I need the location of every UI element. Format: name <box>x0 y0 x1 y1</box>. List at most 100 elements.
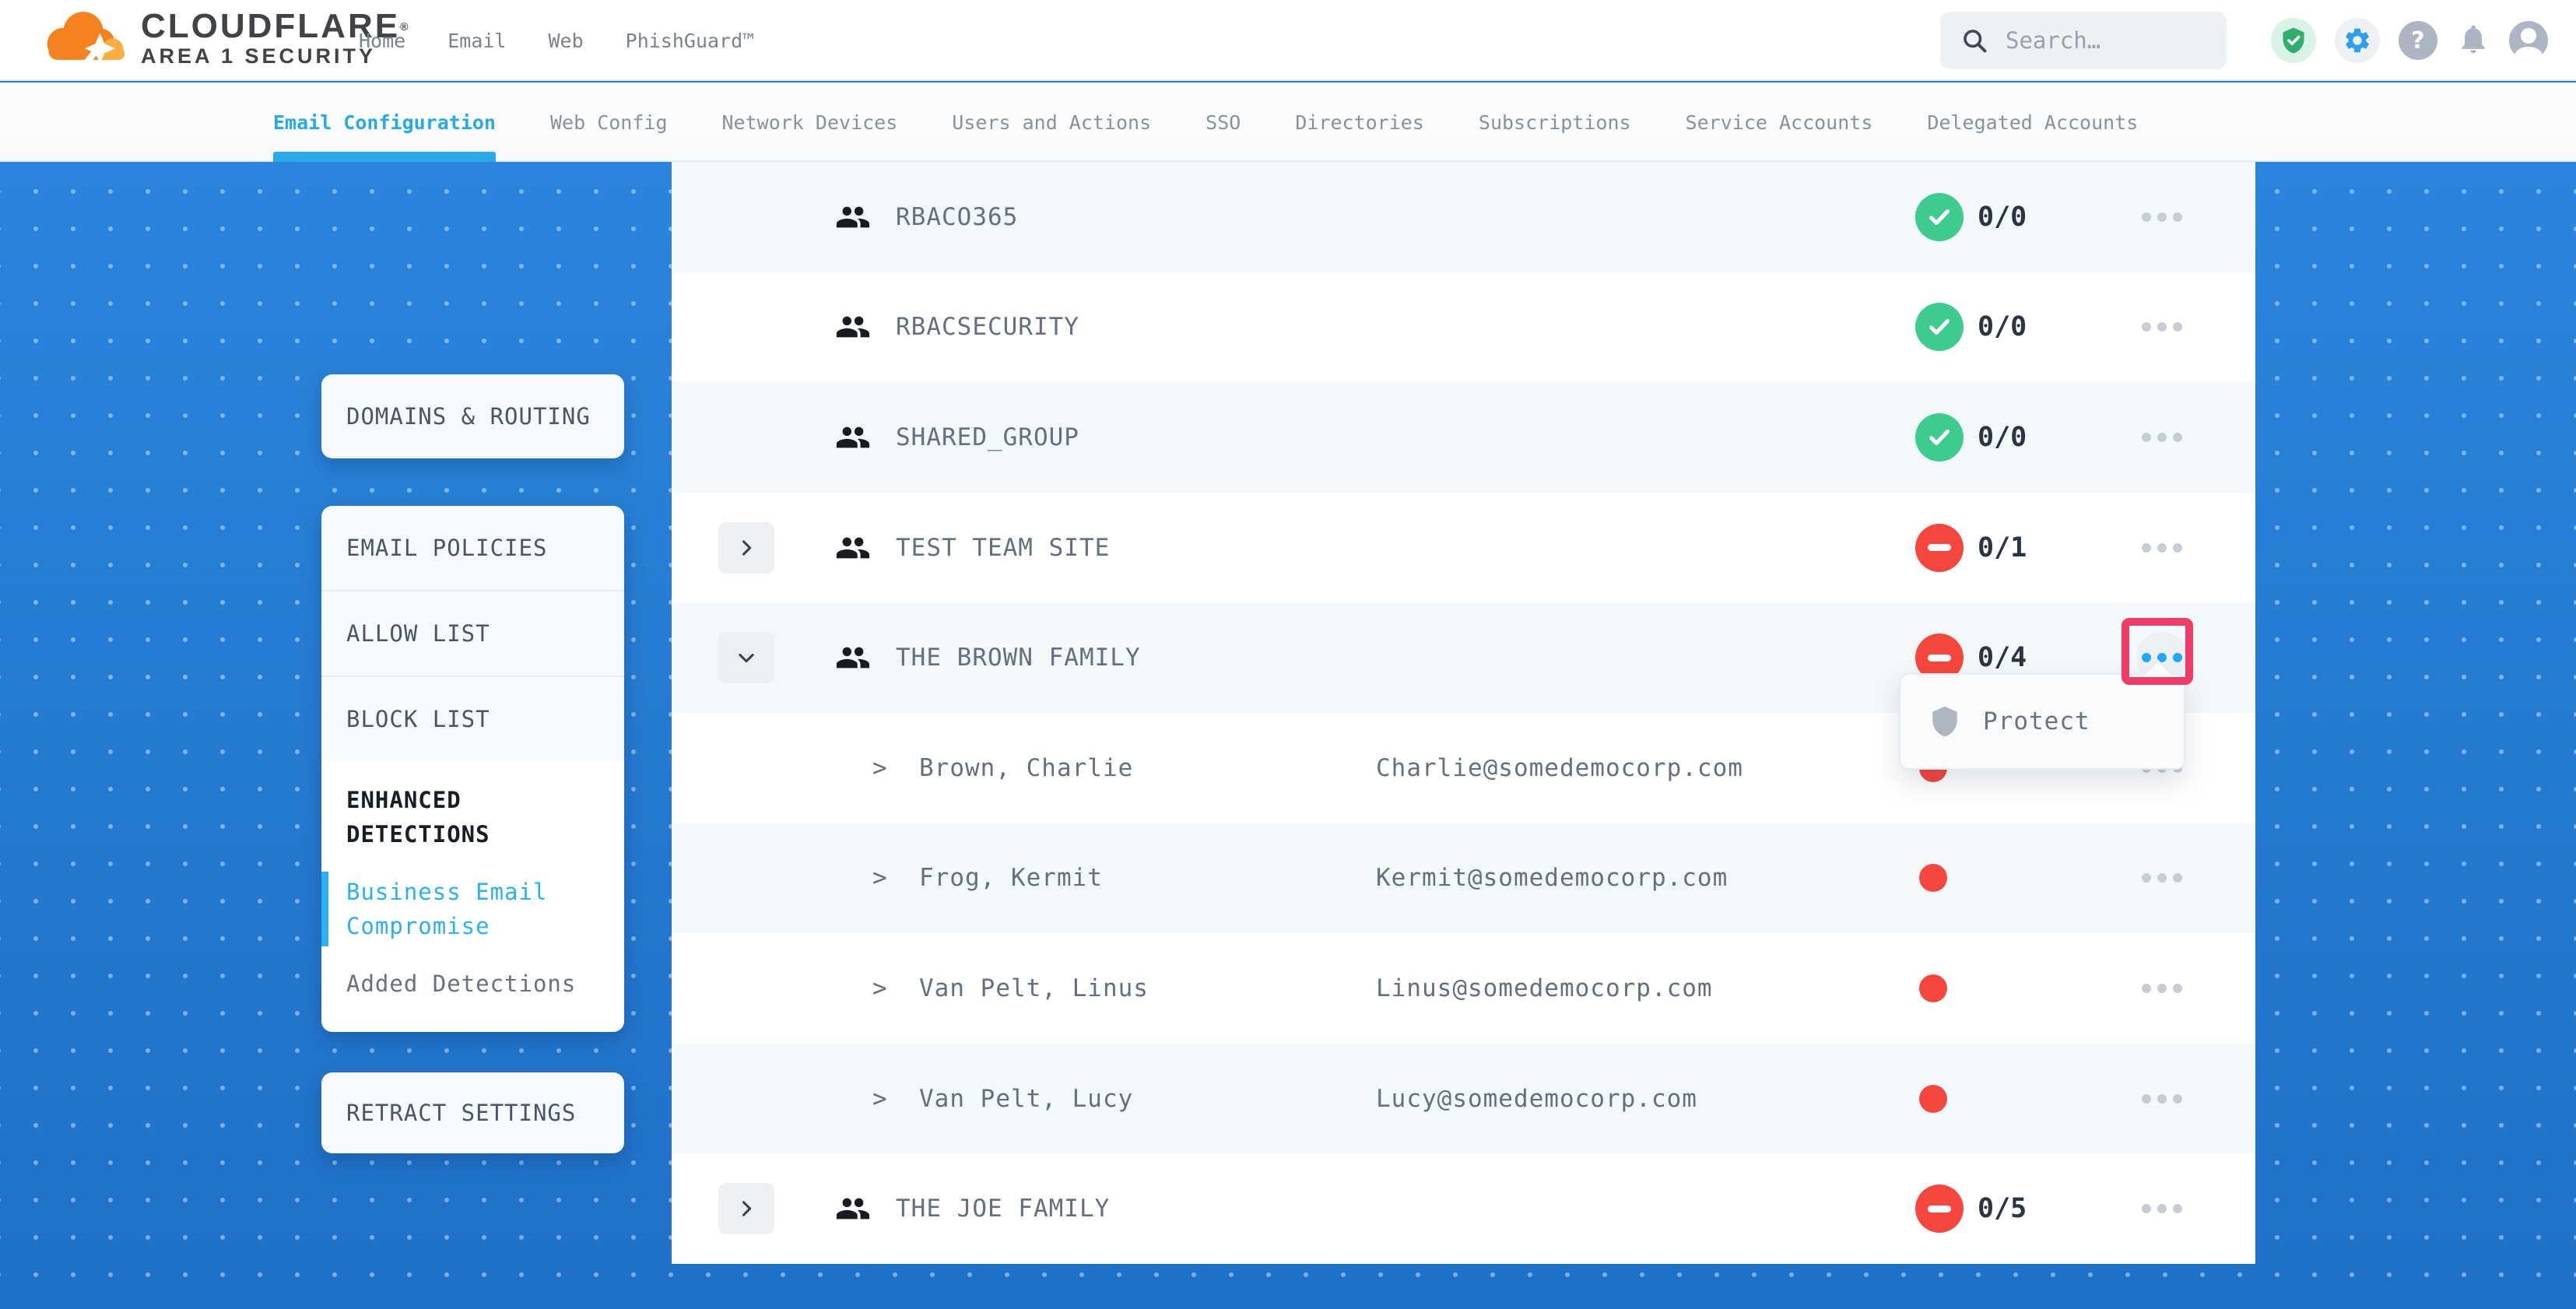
help-icon[interactable]: ? <box>2399 21 2437 60</box>
sidebar-item-business-email-compromise[interactable]: Business Email Compromise <box>321 875 596 943</box>
group-icon <box>835 199 871 235</box>
app-root: CLOUDFLARE® AREA 1 SECURITY Home Email Web… <box>0 0 2576 1309</box>
tab-sso[interactable]: SSO <box>1206 82 1241 162</box>
ellipsis-icon <box>2142 653 2182 662</box>
cloudflare-logo[interactable]: CLOUDFLARE® AREA 1 SECURITY <box>37 5 410 72</box>
tab-service-accounts[interactable]: Service Accounts <box>1686 82 1873 162</box>
status-ok-icon <box>1915 303 1964 351</box>
table-row-group: RBACO365 0/0 <box>672 162 2255 272</box>
user-email: Kermit@somedemocorp.com <box>1376 864 1728 892</box>
tab-email-configuration[interactable]: Email Configuration <box>273 82 496 162</box>
header-nav-item-email[interactable]: Email <box>447 30 506 52</box>
group-name: THE JOE FAMILY <box>896 1195 1110 1223</box>
top-header: CLOUDFLARE® AREA 1 SECURITY Home Email Web… <box>0 0 2576 81</box>
status-blocked-icon <box>1915 524 1964 572</box>
tab-users-and-actions[interactable]: Users and Actions <box>952 82 1151 162</box>
user-name: Brown, Charlie <box>919 754 1133 782</box>
row-menu-button[interactable] <box>2142 873 2182 883</box>
protection-count: 0/1 <box>1978 532 2027 563</box>
table-row-user: >Van Pelt, LucyLucy@somedemocorp.com <box>672 1044 2255 1154</box>
status-blocked-icon <box>1915 1184 1964 1233</box>
enhanced-detections-title: ENHANCED DETECTIONS <box>321 783 596 851</box>
expand-button[interactable] <box>718 1183 774 1234</box>
gear-button[interactable] <box>2335 18 2380 63</box>
protection-count: 0/0 <box>1978 311 2027 342</box>
table-row-group: TEST TEAM SITE 0/1 <box>672 493 2255 603</box>
sidebar-card-retract: RETRACT SETTINGS <box>321 1072 624 1153</box>
group-icon <box>835 1191 871 1227</box>
row-menu-button[interactable] <box>2142 212 2182 222</box>
sidebar-item-retract-settings[interactable]: RETRACT SETTINGS <box>321 1072 624 1153</box>
tab-web-config[interactable]: Web Config <box>550 82 668 162</box>
protection-count: 0/5 <box>1978 1193 2027 1224</box>
tab-delegated-accounts[interactable]: Delegated Accounts <box>1927 82 2138 162</box>
menu-item-protect[interactable]: Protect <box>1900 675 2184 768</box>
user-name: Van Pelt, Linus <box>919 974 1149 1002</box>
search-input[interactable] <box>2006 27 2200 54</box>
sidebar-item-allow-list[interactable]: ALLOW LIST <box>321 591 624 676</box>
row-menu-button[interactable] <box>2142 984 2182 993</box>
sidebar-card-policies: EMAIL POLICIES ALLOW LIST BLOCK LIST ENH… <box>321 506 624 1032</box>
status-ok-icon <box>1915 193 1964 241</box>
header-nav-item-web[interactable]: Web <box>548 30 583 52</box>
secondary-nav: Email Configuration Web Config Network Dev… <box>0 82 2576 162</box>
table-row-user: > Frog, Kermit Kermit@somedemocorp.com <box>672 823 2255 934</box>
protection-count: 0/0 <box>1978 202 2027 233</box>
group-name: RBACO365 <box>896 203 1018 231</box>
header-nav-item-phishguard[interactable]: PhishGuard™ <box>626 30 755 52</box>
row-menu-button[interactable] <box>2142 1094 2182 1104</box>
group-icon <box>835 309 871 345</box>
row-menu-button[interactable] <box>2142 543 2182 553</box>
protection-count: 0/0 <box>1978 422 2027 453</box>
tab-network-devices[interactable]: Network Devices <box>722 82 898 162</box>
shield-check-button[interactable] <box>2271 18 2316 63</box>
user-chevron-icon[interactable]: > <box>872 864 887 892</box>
sidebar-item-email-policies[interactable]: EMAIL POLICIES <box>321 506 624 590</box>
group-icon <box>835 640 871 676</box>
group-name: TEST TEAM SITE <box>896 534 1110 562</box>
group-name: RBACSECURITY <box>896 313 1079 341</box>
nav-tabs: Email Configuration Web Config Network Dev… <box>273 82 2138 162</box>
expand-button[interactable] <box>718 522 774 574</box>
table-row-group: SHARED_GROUP 0/0 <box>672 382 2255 493</box>
user-chevron-icon[interactable]: > <box>872 1085 887 1113</box>
tab-subscriptions[interactable]: Subscriptions <box>1479 82 1631 162</box>
sidebar-card-domains: DOMAINS & ROUTING <box>321 374 624 458</box>
collapse-button[interactable] <box>718 632 774 683</box>
groups-table: RBACO365 0/0 RBACSECURITY 0/0 SHARED_GROUP 0/… <box>672 162 2255 1264</box>
group-icon <box>835 530 871 566</box>
user-email: Lucy@somedemocorp.com <box>1376 1085 1697 1113</box>
group-name: SHARED_GROUP <box>896 423 1079 451</box>
status-blocked-dot <box>1919 974 1947 1002</box>
row-menu-button[interactable] <box>2142 433 2182 442</box>
account-icon[interactable] <box>2509 21 2548 60</box>
cloudflare-cloud-icon <box>37 5 130 72</box>
user-email: Charlie@somedemocorp.com <box>1376 754 1743 782</box>
user-email: Linus@somedemocorp.com <box>1376 974 1713 1002</box>
header-nav-item-home[interactable]: Home <box>359 30 405 52</box>
bell-icon[interactable] <box>2456 22 2490 59</box>
main-area: DOMAINS & ROUTING EMAIL POLICIES ALLOW L… <box>0 162 2576 1309</box>
status-ok-icon <box>1915 413 1964 461</box>
search-box[interactable] <box>1940 12 2227 69</box>
sidebar-item-domains-routing[interactable]: DOMAINS & ROUTING <box>321 374 624 458</box>
group-name: THE BROWN FAMILY <box>896 644 1141 672</box>
header-nav: Home Email Web PhishGuard™ <box>359 0 754 81</box>
enhanced-detections-section: ENHANCED DETECTIONS Business Email Compr… <box>321 761 624 1032</box>
user-chevron-icon[interactable]: > <box>872 974 887 1002</box>
row-menu-button[interactable] <box>2142 322 2182 332</box>
group-icon <box>835 419 871 455</box>
user-name: Frog, Kermit <box>919 864 1103 892</box>
status-blocked-dot <box>1919 1085 1947 1113</box>
table-row-user: > Van Pelt, Linus Linus@somedemocorp.com <box>672 933 2255 1044</box>
user-chevron-icon[interactable]: > <box>872 754 887 782</box>
header-action-icons: ? <box>2271 0 2548 81</box>
search-icon <box>1960 26 1988 54</box>
context-menu: Protect <box>1899 673 2185 770</box>
table-row-group: THE JOE FAMILY 0/5 <box>672 1153 2255 1264</box>
sidebar-item-added-detections[interactable]: Added Detections <box>321 967 596 1001</box>
sidebar-item-block-list[interactable]: BLOCK LIST <box>321 677 624 761</box>
protection-count: 0/4 <box>1978 642 2027 673</box>
tab-directories[interactable]: Directories <box>1295 82 1424 162</box>
row-menu-button[interactable] <box>2142 1204 2182 1213</box>
